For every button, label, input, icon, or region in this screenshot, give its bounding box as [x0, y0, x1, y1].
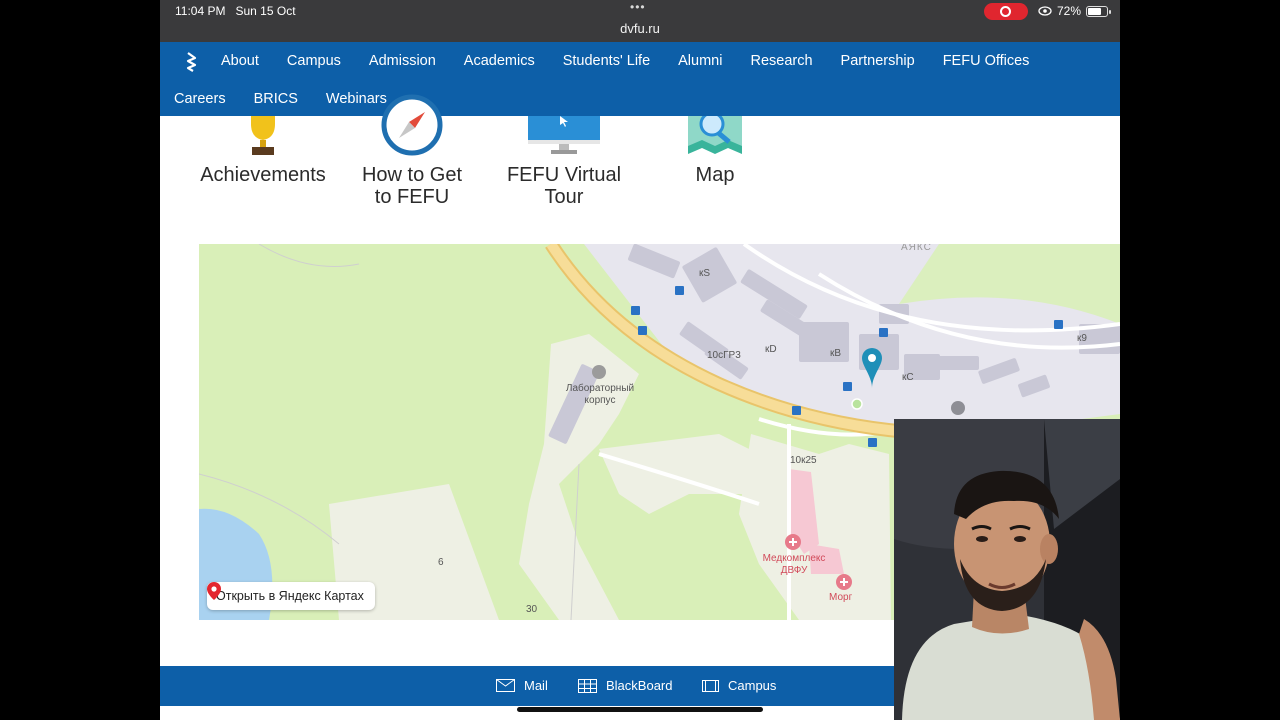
map-label-10k25: 10к25	[790, 455, 817, 466]
map-pin-icon	[207, 582, 221, 600]
webcam-overlay	[894, 419, 1120, 720]
achievements-label: Achievements	[200, 164, 326, 186]
nav-item-admission[interactable]: Admission	[355, 52, 450, 70]
more-dots-icon[interactable]: •••	[630, 0, 646, 14]
quick-link-virtual-tour[interactable]: FEFU Virtual Tour	[494, 116, 634, 216]
battery-indicator: 72%	[1038, 4, 1112, 18]
open-in-yandex-label: Открыть в Яндекс Картах	[216, 589, 364, 603]
nav-item-students-life[interactable]: Students' Life	[549, 52, 664, 70]
status-bar: 11:04 PM Sun 15 Oct ••• dvfu.ru 72%	[160, 0, 1120, 42]
nav-item-research[interactable]: Research	[736, 52, 826, 70]
how-to-get-label: How to Get to FEFU	[361, 164, 463, 208]
nav-item-fefu-offices[interactable]: FEFU Offices	[929, 52, 1044, 70]
map-label-ayaks: АЯКС	[901, 244, 932, 253]
trophy-icon	[251, 116, 275, 155]
nav-item-about[interactable]: About	[207, 52, 273, 70]
quick-link-how-to-get[interactable]: How to Get to FEFU	[342, 94, 482, 216]
nav-item-campus[interactable]: Campus	[273, 52, 355, 70]
nav-item-academics[interactable]: Academics	[450, 52, 549, 70]
map-label-kc: кC	[902, 372, 914, 383]
map-label: Map	[695, 164, 735, 186]
nav-item-alumni[interactable]: Alumni	[664, 52, 736, 70]
screen-record-icon[interactable]	[984, 3, 1028, 20]
map-label-kb: кB	[830, 348, 842, 359]
virtual-tour-label: FEFU Virtual Tour	[506, 164, 622, 208]
map-label-30: 30	[526, 604, 538, 615]
quick-link-achievements[interactable]: Achievements	[190, 116, 336, 216]
quick-link-map[interactable]: Map	[660, 116, 770, 196]
footer-campus-link[interactable]: Campus	[702, 678, 776, 693]
open-in-yandex-maps-button[interactable]: Открыть в Яндекс Картах	[207, 582, 375, 610]
nav-item-careers[interactable]: Careers	[160, 90, 240, 108]
nav-row-secondary: Careers BRICS Webinars	[160, 90, 401, 108]
home-indicator[interactable]	[517, 707, 763, 712]
map-label-6: 6	[438, 557, 444, 568]
battery-icon	[1086, 5, 1112, 17]
grid-icon	[578, 678, 597, 693]
address-url[interactable]: dvfu.ru	[160, 21, 1120, 36]
person-video-image	[894, 419, 1120, 720]
battery-percent: 72%	[1057, 4, 1082, 18]
map-label-medcomplex: Медкомплекс ДВФУ	[762, 553, 826, 576]
blackboard-label: BlackBoard	[606, 678, 673, 693]
map-label-k9: к9	[1077, 333, 1087, 344]
status-time: 11:04 PM Sun 15 Oct	[175, 4, 296, 18]
nav-item-partnership[interactable]: Partnership	[827, 52, 929, 70]
footer-blackboard-link[interactable]: BlackBoard	[578, 678, 672, 693]
site-navigation: About Campus Admission Academics Student…	[160, 42, 1120, 116]
quick-links: Achievements How to Get to FEFU FEFU Virt…	[160, 94, 1120, 244]
mail-label: Mail	[524, 678, 548, 693]
nav-row-primary: About Campus Admission Academics Student…	[207, 52, 1043, 70]
map-search-icon	[688, 116, 742, 154]
nav-item-brics[interactable]: BRICS	[240, 90, 312, 108]
fefu-logo-icon[interactable]	[184, 52, 198, 72]
footer-mail-link[interactable]: Mail	[496, 678, 548, 693]
mail-icon	[496, 679, 515, 692]
map-label-lab-building: Лабораторный корпус	[565, 383, 635, 406]
map-label-ks: кS	[699, 268, 711, 279]
monitor-icon	[528, 116, 600, 154]
compass-icon	[381, 94, 443, 156]
campus-label: Campus	[728, 678, 777, 693]
map-label-morg: Морг	[829, 592, 853, 603]
campus-card-icon	[702, 679, 719, 692]
privacy-eye-icon	[1038, 6, 1052, 16]
map-label-10gr3: 10сГР3	[707, 350, 741, 361]
map-label-kd: кD	[765, 344, 777, 355]
